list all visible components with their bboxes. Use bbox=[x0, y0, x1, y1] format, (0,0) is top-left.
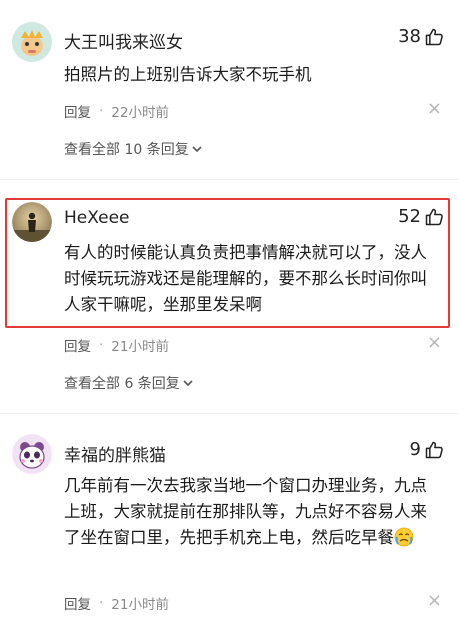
chevron-down-icon bbox=[192, 146, 202, 153]
comment-text: 几年前有一次去我家当地一个窗口办理业务，九点上班，大家就提前在那排队等，九点好不… bbox=[64, 473, 440, 551]
close-icon[interactable]: × bbox=[427, 334, 442, 352]
view-all-replies-label: 查看全部 10 条回复 bbox=[64, 142, 189, 158]
like-button[interactable]: 9 bbox=[410, 439, 444, 460]
like-count: 9 bbox=[409, 439, 421, 460]
view-all-replies-label: 查看全部 6 条回复 bbox=[64, 376, 180, 392]
like-count: 52 bbox=[398, 206, 421, 227]
separator: · bbox=[99, 337, 104, 353]
view-all-replies-button[interactable]: 查看全部 10 条回复 bbox=[64, 139, 203, 159]
divider bbox=[0, 413, 458, 414]
comment-time: 21小时前 bbox=[111, 597, 169, 613]
comment-author[interactable]: 大王叫我来巡女 bbox=[64, 28, 183, 53]
like-count: 38 bbox=[398, 26, 421, 47]
divider bbox=[0, 179, 458, 180]
comment-author[interactable]: 幸福的胖熊猫 bbox=[64, 441, 166, 466]
avatar[interactable] bbox=[12, 22, 52, 62]
comment-text: 拍照片的上班别告诉大家不玩手机 bbox=[64, 65, 312, 84]
avatar[interactable] bbox=[12, 434, 52, 474]
comment-meta: 回复 · 22小时前 bbox=[64, 101, 169, 121]
view-all-replies-button[interactable]: 查看全部 6 条回复 bbox=[64, 373, 194, 393]
avatar[interactable] bbox=[12, 202, 52, 242]
close-icon[interactable]: × bbox=[427, 592, 442, 610]
comment-text: 有人的时候能认真负责把事情解决就可以了，没人时候玩玩游戏还是能理解的，要不那么长… bbox=[64, 243, 427, 314]
like-button[interactable]: 38 bbox=[398, 26, 444, 47]
crying-emoji-icon bbox=[394, 527, 414, 547]
chevron-down-icon bbox=[183, 380, 193, 387]
comment-time: 21小时前 bbox=[111, 339, 169, 355]
comment-text-content: 几年前有一次去我家当地一个窗口办理业务，九点上班，大家就提前在那排队等，九点好不… bbox=[64, 476, 427, 547]
thumbs-up-icon bbox=[425, 28, 443, 45]
like-button[interactable]: 52 bbox=[398, 206, 444, 227]
reply-button[interactable]: 回复 bbox=[64, 101, 91, 121]
comment-author[interactable]: HeXeee bbox=[64, 208, 130, 228]
close-icon[interactable]: × bbox=[427, 100, 442, 118]
separator: · bbox=[99, 103, 104, 119]
comment-meta: 回复 · 21小时前 bbox=[64, 335, 169, 355]
comment-meta: 回复 · 21小时前 bbox=[64, 593, 169, 613]
thumbs-up-icon bbox=[425, 441, 443, 458]
thumbs-up-icon bbox=[425, 208, 443, 225]
separator: · bbox=[99, 595, 104, 611]
reply-button[interactable]: 回复 bbox=[64, 335, 91, 355]
reply-button[interactable]: 回复 bbox=[64, 593, 91, 613]
comment-time: 22小时前 bbox=[111, 105, 169, 121]
